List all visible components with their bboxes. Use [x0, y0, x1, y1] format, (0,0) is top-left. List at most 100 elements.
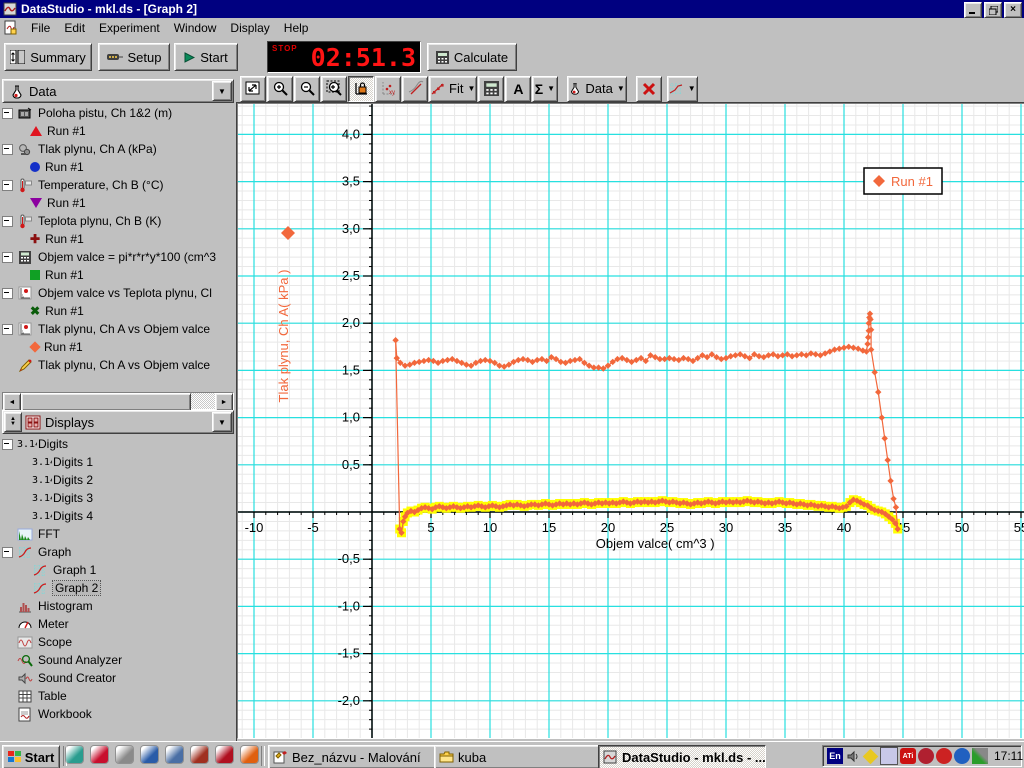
- tree-collapse-toggle[interactable]: [2, 288, 13, 299]
- ati-icon[interactable]: ATi: [900, 748, 916, 764]
- summary-button[interactable]: Summary: [4, 43, 92, 71]
- fit-menu-button[interactable]: Fit▼: [429, 76, 477, 102]
- display-item-workbook[interactable]: Workbook: [2, 705, 234, 723]
- red-app-icon[interactable]: [191, 746, 208, 763]
- cable-icon[interactable]: [972, 748, 988, 764]
- data-menu-button[interactable]: Data▼: [567, 76, 626, 102]
- display-item-table[interactable]: Table: [2, 687, 234, 705]
- graph-settings-button[interactable]: ▼: [667, 76, 698, 102]
- lightning-icon[interactable]: [936, 748, 952, 764]
- scroll-right-button[interactable]: ►: [215, 393, 233, 411]
- display-item-graph-1[interactable]: Graph 1: [2, 561, 234, 579]
- display-item-graph-2[interactable]: Graph 2: [2, 579, 234, 597]
- pen-app-icon[interactable]: [141, 746, 158, 763]
- restore-button[interactable]: [984, 2, 1002, 18]
- menu-item-help[interactable]: Help: [277, 19, 316, 37]
- data-source-item[interactable]: Objem valce = pi*r*r*y*100 (cm^3: [2, 248, 234, 266]
- display-item-digits-4[interactable]: 3.14Digits 4: [2, 507, 234, 525]
- calculator-app-icon[interactable]: [166, 746, 183, 763]
- slope-tool-button[interactable]: [402, 76, 428, 102]
- scrollbar-track[interactable]: [191, 393, 215, 409]
- data-run-item[interactable]: Run #1: [2, 266, 234, 284]
- display-item-digits-3[interactable]: 3.14Digits 3: [2, 489, 234, 507]
- data-tree-hscrollbar[interactable]: ◄ ►: [2, 392, 234, 410]
- tree-collapse-toggle[interactable]: [2, 108, 13, 119]
- data-run-item[interactable]: ✖Run #1: [2, 302, 234, 320]
- display-item-digits-2[interactable]: 3.14Digits 2: [2, 471, 234, 489]
- scheduler-icon[interactable]: [880, 747, 898, 765]
- yellow-diamond-icon[interactable]: [863, 748, 879, 764]
- data-source-item[interactable]: Objem valce vs Teplota plynu, Cl: [2, 284, 234, 302]
- scrollbar-thumb[interactable]: [21, 393, 191, 411]
- tree-collapse-toggle[interactable]: [2, 216, 13, 227]
- display-item-scope[interactable]: Scope: [2, 633, 234, 651]
- display-item-sound-analyzer[interactable]: Sound Analyzer: [2, 651, 234, 669]
- panel-splitter-handle[interactable]: ▲▼: [4, 412, 22, 432]
- minimize-button[interactable]: [964, 2, 982, 18]
- display-item-digits-1[interactable]: 3.14Digits 1: [2, 453, 234, 471]
- opera-browser-icon[interactable]: [216, 746, 233, 763]
- data-source-item[interactable]: Poloha pistu, Ch 1&2 (m): [2, 104, 234, 122]
- display-item-fft[interactable]: FFT: [2, 525, 234, 543]
- tree-collapse-toggle[interactable]: [2, 252, 13, 263]
- data-source-item[interactable]: Tlak plynu, Ch A (kPa): [2, 140, 234, 158]
- pressure-volume-chart[interactable]: -10-55101520253035404550554,03,53,02,52,…: [238, 104, 1024, 738]
- data-run-item[interactable]: Run #1: [2, 158, 234, 176]
- delete-button[interactable]: [636, 76, 662, 102]
- scale-to-fit-button[interactable]: [240, 76, 266, 102]
- tree-collapse-toggle[interactable]: [2, 144, 13, 155]
- gray-app-icon[interactable]: [116, 746, 133, 763]
- zoom-in-button[interactable]: [267, 76, 293, 102]
- task-button-1[interactable]: Bez_názvu - Malování: [268, 745, 440, 768]
- menu-item-experiment[interactable]: Experiment: [92, 19, 167, 37]
- menu-item-window[interactable]: Window: [167, 19, 224, 37]
- volume-icon[interactable]: [845, 748, 861, 764]
- display-item-meter[interactable]: Meter: [2, 615, 234, 633]
- tree-collapse-toggle[interactable]: [2, 547, 13, 558]
- calculator-tool-button[interactable]: [478, 76, 504, 102]
- close-button[interactable]: ×: [1004, 2, 1022, 18]
- data-source-item[interactable]: Tlak plynu, Ch A vs Objem valce: [2, 356, 234, 374]
- display-item-digits[interactable]: 3.14Digits: [2, 435, 234, 453]
- displays-panel-dropdown-button[interactable]: ▼: [212, 412, 232, 432]
- legend[interactable]: Run #1: [864, 168, 942, 194]
- show-desktop-icon[interactable]: [66, 746, 83, 763]
- scroll-left-button[interactable]: ◄: [3, 393, 21, 411]
- data-panel-header[interactable]: Data ▼: [2, 79, 234, 103]
- menu-item-edit[interactable]: Edit: [57, 19, 92, 37]
- tree-collapse-toggle[interactable]: [2, 324, 13, 335]
- data-source-item[interactable]: Teplota plynu, Ch B (K): [2, 212, 234, 230]
- start-measurement-button[interactable]: Start: [174, 43, 238, 71]
- task-button-3[interactable]: DataStudio - mkl.ds - ...: [598, 745, 766, 768]
- data-run-item[interactable]: Run #1: [2, 122, 234, 140]
- display-item-sound-creator[interactable]: Sound Creator: [2, 669, 234, 687]
- data-source-item[interactable]: Temperature, Ch B (°C): [2, 176, 234, 194]
- acrobat-reader-icon[interactable]: [91, 746, 108, 763]
- display-item-histogram[interactable]: Histogram: [2, 597, 234, 615]
- data-panel-dropdown-button[interactable]: ▼: [212, 81, 232, 101]
- menu-item-display[interactable]: Display: [223, 19, 276, 37]
- setup-button[interactable]: Setup: [98, 43, 170, 71]
- statistics-button[interactable]: Σ▼: [532, 76, 558, 102]
- show-points-button[interactable]: xy: [375, 76, 401, 102]
- data-run-item[interactable]: ✚Run #1: [2, 230, 234, 248]
- smart-tool-button[interactable]: [348, 76, 374, 102]
- display-item-graph[interactable]: Graph: [2, 543, 234, 561]
- annotation-button[interactable]: A: [505, 76, 531, 102]
- tree-collapse-toggle[interactable]: [2, 180, 13, 191]
- flame-app-icon[interactable]: [241, 746, 258, 763]
- zoom-out-button[interactable]: [294, 76, 320, 102]
- calculate-button[interactable]: Calculate: [427, 43, 517, 71]
- zoom-select-button[interactable]: [321, 76, 347, 102]
- menu-item-file[interactable]: File: [24, 19, 57, 37]
- blue-arrows-icon[interactable]: [954, 748, 970, 764]
- red-figure-icon[interactable]: [918, 748, 934, 764]
- data-source-item[interactable]: Tlak plynu, Ch A vs Objem valce: [2, 320, 234, 338]
- keyboard-layout-icon[interactable]: En: [827, 748, 843, 764]
- data-run-item[interactable]: Run #1: [2, 338, 234, 356]
- graph-canvas[interactable]: -10-55101520253035404550554,03,53,02,52,…: [237, 103, 1024, 739]
- tree-collapse-toggle[interactable]: [2, 439, 13, 450]
- displays-panel-header[interactable]: ▲▼ Displays ▼: [2, 410, 234, 434]
- start-menu-button[interactable]: Start: [2, 745, 60, 768]
- task-button-2[interactable]: kuba: [434, 745, 604, 768]
